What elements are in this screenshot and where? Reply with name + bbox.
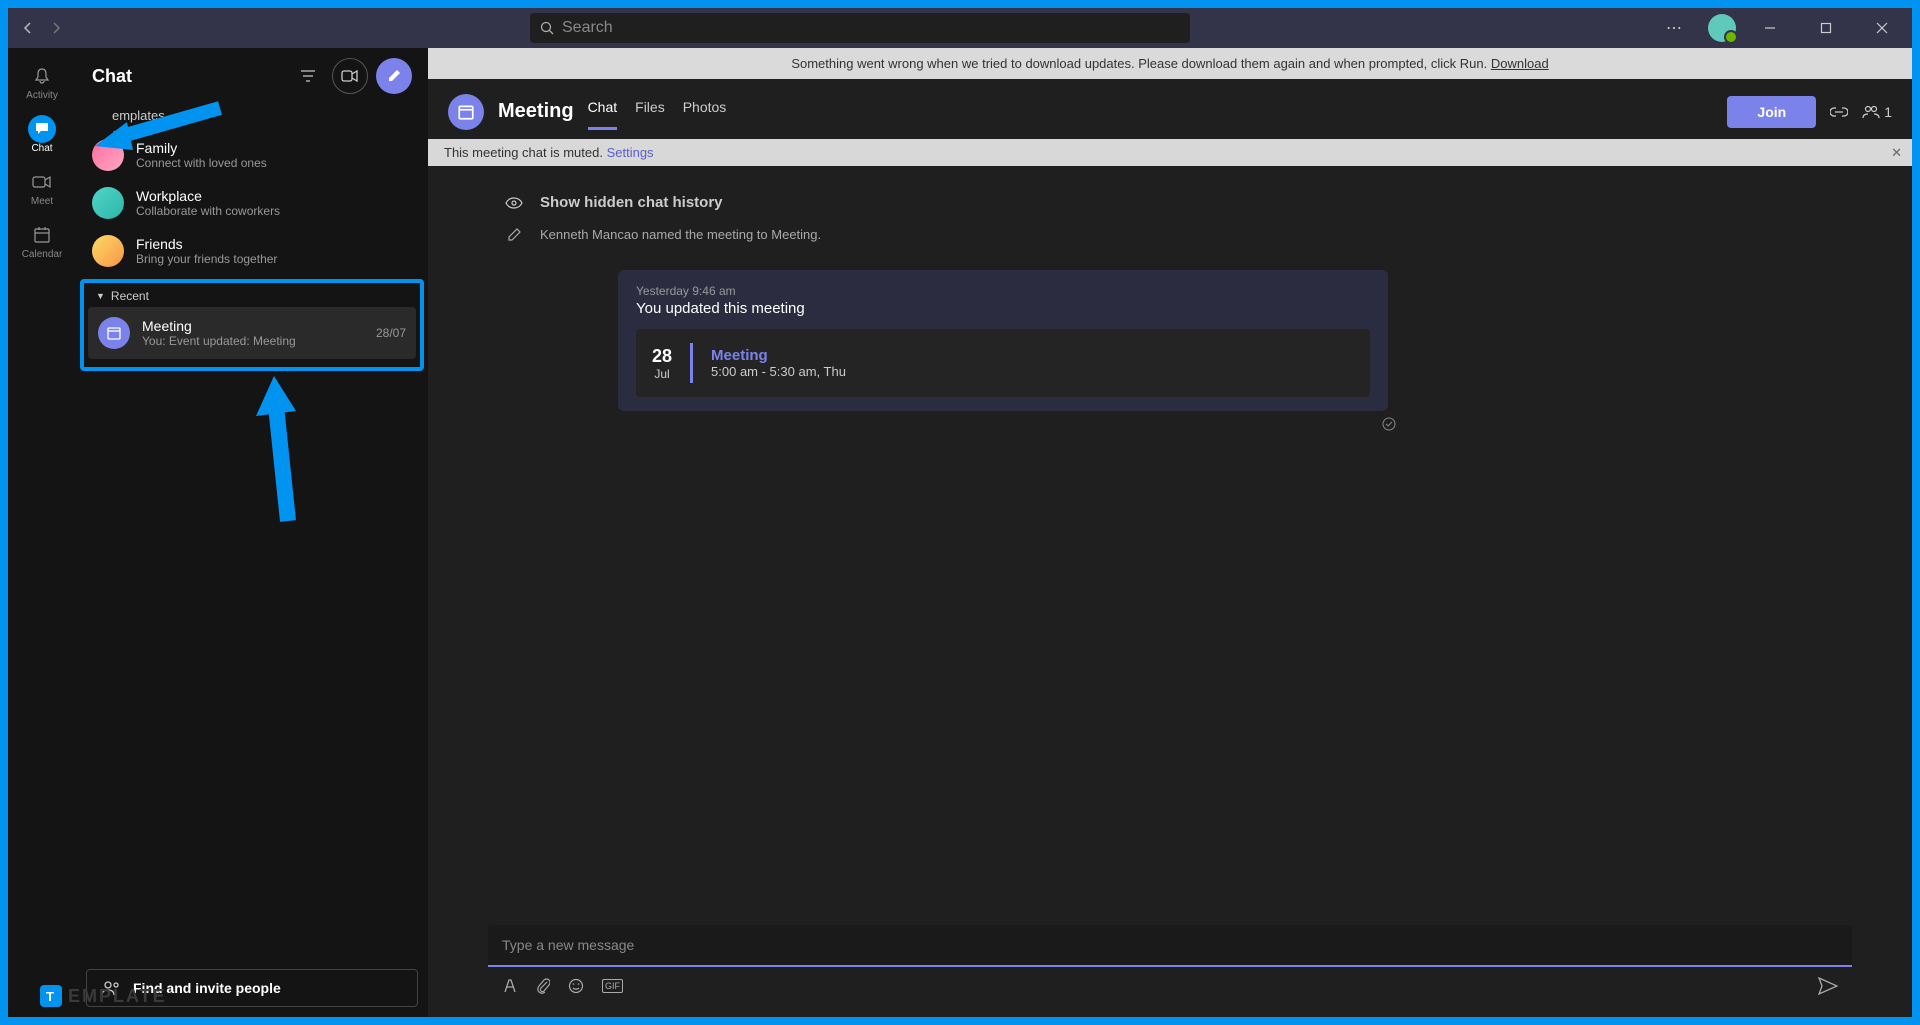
search-icon [540,21,554,35]
recent-label: Recent [111,289,149,303]
muted-settings-link[interactable]: Settings [607,145,654,160]
event-meeting-name: Meeting [711,347,846,364]
event-time: 5:00 am - 5:30 am, Thu [711,364,846,379]
tab-photos[interactable]: Photos [683,93,727,130]
filter-button[interactable] [300,69,324,83]
chat-list-panel: Chat emplates Family Connect with loved … [76,48,428,1017]
template-family-name: Family [136,140,412,156]
join-button[interactable]: Join [1727,96,1816,128]
meeting-avatar-icon [98,317,130,349]
people-icon [1862,105,1880,119]
chevron-down-icon: ▼ [96,291,105,301]
nav-forward-button[interactable] [44,16,68,40]
nav-rail: Activity Chat Meet Calendar [8,48,76,1017]
title-bar: Search ⋯ [8,8,1912,48]
participants-count: 1 [1884,104,1892,120]
family-icon [92,139,124,171]
recent-item-date: 28/07 [376,326,406,340]
tab-chat[interactable]: Chat [588,93,618,130]
maximize-button[interactable] [1804,8,1848,48]
muted-bar-close[interactable]: ✕ [1891,145,1902,161]
event-divider [690,343,693,383]
chat-panel-title: Chat [92,66,292,87]
update-banner: Something went wrong when we tried to do… [428,48,1912,79]
compose-button[interactable] [376,58,412,94]
send-button[interactable] [1818,977,1838,995]
event-update-card: Yesterday 9:46 am You updated this meeti… [618,270,1388,411]
message-input[interactable]: Type a new message [488,925,1852,967]
search-placeholder: Search [562,19,613,37]
recent-item-name: Meeting [142,318,364,334]
event-timestamp: Yesterday 9:46 am [636,284,1370,298]
muted-notification-bar: This meeting chat is muted. Settings ✕ [428,139,1912,166]
nav-chat-label: Chat [31,143,52,154]
minimize-button[interactable] [1748,8,1792,48]
video-call-button[interactable] [332,58,368,94]
banner-download-link[interactable]: Download [1491,56,1549,71]
show-hidden-label: Show hidden chat history [540,194,723,211]
template-friends[interactable]: Friends Bring your friends together [76,227,428,275]
emoji-icon[interactable] [568,978,584,994]
user-avatar[interactable] [1708,14,1736,42]
format-icon[interactable] [502,979,518,993]
participants-button[interactable]: 1 [1862,104,1892,120]
recent-header[interactable]: ▼ Recent [88,285,416,307]
event-day: 28 [652,346,672,367]
content-title: Meeting [498,100,574,123]
close-button[interactable] [1860,8,1904,48]
event-headline: You updated this meeting [636,300,1370,317]
nav-activity-label: Activity [26,90,58,101]
template-workplace-name: Workplace [136,188,412,204]
attach-icon[interactable] [536,978,550,994]
pencil-icon [504,228,524,242]
template-family-desc: Connect with loved ones [136,156,412,170]
event-month: Jul [652,367,672,381]
templates-header: emplates [76,104,428,131]
show-hidden-history[interactable]: Show hidden chat history [488,186,1852,219]
recent-section-highlight: ▼ Recent Meeting You: Event updated: Mee… [80,279,424,371]
nav-calendar[interactable]: Calendar [12,217,72,266]
chat-icon [30,117,54,141]
nav-back-button[interactable] [16,16,40,40]
tab-files[interactable]: Files [635,93,665,130]
bell-icon [30,64,54,88]
video-icon [30,170,54,194]
nav-meet[interactable]: Meet [12,164,72,213]
calendar-icon [30,223,54,247]
template-family[interactable]: Family Connect with loved ones [76,131,428,179]
meeting-header-icon [448,94,484,130]
nav-activity[interactable]: Activity [12,58,72,107]
workplace-icon [92,187,124,219]
nav-meet-label: Meet [31,196,53,207]
recent-item-preview: You: Event updated: Meeting [142,334,364,348]
message-placeholder: Type a new message [502,937,634,953]
nav-chat[interactable]: Chat [12,111,72,160]
template-friends-desc: Bring your friends together [136,252,412,266]
watermark: T EMPLATE [40,985,167,1007]
rename-system-message: Kenneth Mancao named the meeting to Meet… [488,219,1852,250]
template-workplace-desc: Collaborate with coworkers [136,204,412,218]
muted-text: This meeting chat is muted. [444,145,607,160]
template-workplace[interactable]: Workplace Collaborate with coworkers [76,179,428,227]
friends-icon [92,235,124,267]
eye-icon [504,197,524,209]
nav-calendar-label: Calendar [22,249,63,260]
more-options-button[interactable]: ⋯ [1652,8,1696,48]
event-detail-card[interactable]: 28 Jul Meeting 5:00 am - 5:30 am, Thu [636,329,1370,397]
recent-chat-meeting[interactable]: Meeting You: Event updated: Meeting 28/0… [88,307,416,359]
gif-icon[interactable]: GIF [602,979,623,993]
banner-text: Something went wrong when we tried to do… [791,56,1491,71]
sent-check-icon [1382,417,1396,431]
search-input[interactable]: Search [530,13,1190,43]
template-friends-name: Friends [136,236,412,252]
rename-text: Kenneth Mancao named the meeting to Meet… [540,227,821,242]
link-icon[interactable] [1830,107,1848,117]
content-panel: Something went wrong when we tried to do… [428,48,1912,1017]
